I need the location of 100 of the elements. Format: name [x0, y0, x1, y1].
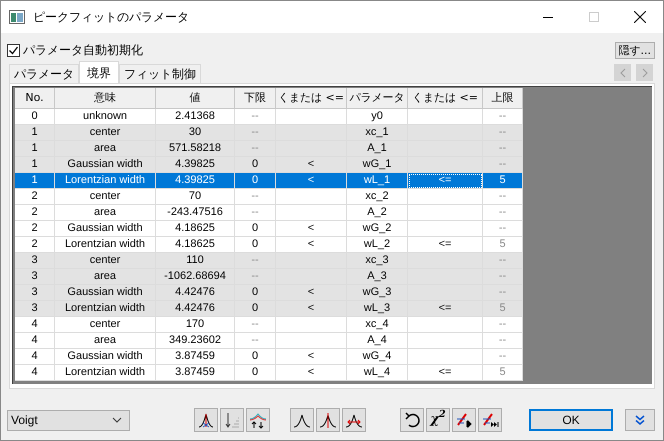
lower-limit-cell: --: [251, 319, 259, 330]
column-header[interactable]: No.: [15, 88, 55, 109]
row-number: 1: [31, 127, 38, 138]
table-row[interactable]: 2 area -243.47516 -- A_2 --: [15, 205, 523, 221]
lower-limit-cell: 0: [252, 303, 258, 314]
column-header[interactable]: 上限: [483, 88, 523, 109]
table-row[interactable]: 1 Lorentzian width 4.39825 0 < wL_1 <= 5: [15, 173, 523, 189]
table-row[interactable]: 2 center 70 -- xc_2 --: [15, 189, 523, 205]
lower-limit-cell: --: [251, 335, 259, 346]
row-number: 2: [31, 223, 38, 234]
expand-button[interactable]: [625, 409, 655, 431]
lower-limit-cell: 0: [252, 239, 258, 250]
lower-limit-cell: --: [251, 143, 259, 154]
value-cell: 30: [188, 127, 202, 138]
tab[interactable]: パラメータ: [9, 64, 79, 83]
parameter-cell: wL_4: [364, 367, 390, 378]
chi-square-button[interactable]: χ$^{2}$: [426, 408, 450, 432]
upper-limit-cell: --: [498, 287, 506, 298]
column-header[interactable]: パラメータ: [347, 88, 408, 109]
hide-button[interactable]: 隠す...: [614, 42, 655, 58]
table-row[interactable]: 4 Lorentzian width 3.87459 0 < wL_4 <= 5: [15, 365, 523, 381]
table-row[interactable]: 3 Gaussian width 4.42476 0 < wG_3 --: [15, 285, 523, 301]
value-cell: 170: [186, 319, 204, 330]
table-row[interactable]: 2 Lorentzian width 4.18625 0 < wL_2 <= 5: [15, 237, 523, 253]
tab[interactable]: フィット制御: [119, 64, 201, 83]
function-dropdown[interactable]: Voigt: [7, 410, 130, 430]
lower-operator-cell: <: [308, 239, 314, 250]
meaning-cell: Gaussian width: [67, 159, 143, 170]
column-header[interactable]: くまたは <=: [276, 88, 347, 109]
table-row[interactable]: 0 unknown 2.41368 -- y0 --: [15, 109, 523, 125]
meaning-cell: area: [94, 143, 116, 154]
parameter-cell: A_3: [367, 271, 387, 282]
upper-limit-cell: 5: [499, 303, 506, 314]
parameter-cell: A_2: [367, 207, 387, 218]
parameter-cell: wG_4: [362, 351, 392, 362]
value-cell: 4.42476: [175, 303, 215, 314]
caret-icon: [112, 417, 122, 423]
meaning-cell: unknown: [82, 111, 128, 122]
lower-limit-cell: 0: [252, 159, 258, 170]
value-cell: 4.39825: [175, 175, 215, 186]
upper-operator-cell: <=: [438, 367, 452, 378]
row-number: 4: [31, 351, 38, 362]
gaussian-curve-icon[interactable]: [290, 408, 314, 432]
value-cell: 2.41368: [175, 111, 215, 122]
table-row[interactable]: 1 area 571.58218 -- A_1 --: [15, 141, 523, 157]
table-row[interactable]: 3 center 110 -- xc_3 --: [15, 253, 523, 269]
window-title: ピークフィットのパラメータ: [33, 9, 189, 26]
lower-limit-cell: --: [251, 207, 259, 218]
lower-operator-cell: <: [308, 175, 314, 186]
lower-operator-cell: <: [308, 351, 314, 362]
peak-center-icon[interactable]: [316, 408, 340, 432]
table-row[interactable]: 4 Gaussian width 3.87459 0 < wG_4 --: [15, 349, 523, 365]
column-header[interactable]: 意味: [55, 88, 156, 109]
double-chevron-icon: [635, 415, 645, 425]
chevron-right-icon: [642, 68, 648, 78]
value-cell: 3.87459: [175, 367, 215, 378]
column-header[interactable]: 値: [156, 88, 235, 109]
meaning-cell: Lorentzian width: [64, 367, 146, 378]
upper-limit-cell: --: [498, 335, 506, 346]
upper-limit-cell: --: [498, 159, 506, 170]
table-row[interactable]: 3 Lorentzian width 4.42476 0 < wL_3 <= 5: [15, 301, 523, 317]
table-row[interactable]: 3 area -1062.68694 -- A_3 --: [15, 269, 523, 285]
fit-step-icon[interactable]: [452, 408, 476, 432]
peak-arrows-icon[interactable]: [246, 408, 270, 432]
value-cell: 4.42476: [175, 287, 215, 298]
value-cell: 3.87459: [175, 351, 215, 362]
table-row[interactable]: 4 center 170 -- xc_4 --: [15, 317, 523, 333]
parameter-cell: wG_2: [362, 223, 392, 234]
sort-icon[interactable]: [220, 408, 244, 432]
upper-operator-cell: <=: [438, 239, 452, 250]
column-header[interactable]: 下限: [235, 88, 276, 109]
parameter-cell: xc_4: [365, 319, 389, 330]
upper-limit-cell: --: [498, 127, 506, 138]
auto-init-checkbox[interactable]: [7, 44, 20, 56]
lower-limit-cell: 0: [252, 223, 258, 234]
reset-icon[interactable]: [400, 408, 424, 432]
upper-limit-cell: --: [498, 143, 506, 154]
row-number: 2: [31, 207, 38, 218]
parameter-cell: wG_1: [362, 159, 392, 170]
ok-button[interactable]: OK: [529, 409, 613, 431]
row-number: 1: [31, 143, 38, 154]
lower-operator-cell: <: [308, 367, 314, 378]
table-row[interactable]: 4 area 349.23602 -- A_4 --: [15, 333, 523, 349]
value-cell: 349.23602: [169, 335, 221, 346]
table-row[interactable]: 1 center 30 -- xc_1 --: [15, 125, 523, 141]
column-header[interactable]: くまたは <=: [408, 88, 483, 109]
lower-operator-cell: <: [308, 223, 314, 234]
value-cell: 571.58218: [169, 143, 221, 154]
meaning-cell: area: [94, 271, 116, 282]
row-number: 1: [31, 159, 38, 170]
parameter-cell: y0: [371, 111, 383, 122]
table-row[interactable]: 1 Gaussian width 4.39825 0 < wG_1 --: [15, 157, 523, 173]
peak-pick-icon[interactable]: [194, 408, 218, 432]
row-number: 4: [31, 367, 38, 378]
fit-until-done-icon[interactable]: [478, 408, 502, 432]
tab[interactable]: 境界: [79, 61, 119, 83]
parameter-cell: xc_2: [365, 191, 389, 202]
window-icon: [9, 10, 25, 24]
peak-width-icon[interactable]: [342, 408, 366, 432]
table-row[interactable]: 2 Gaussian width 4.18625 0 < wG_2 --: [15, 221, 523, 237]
